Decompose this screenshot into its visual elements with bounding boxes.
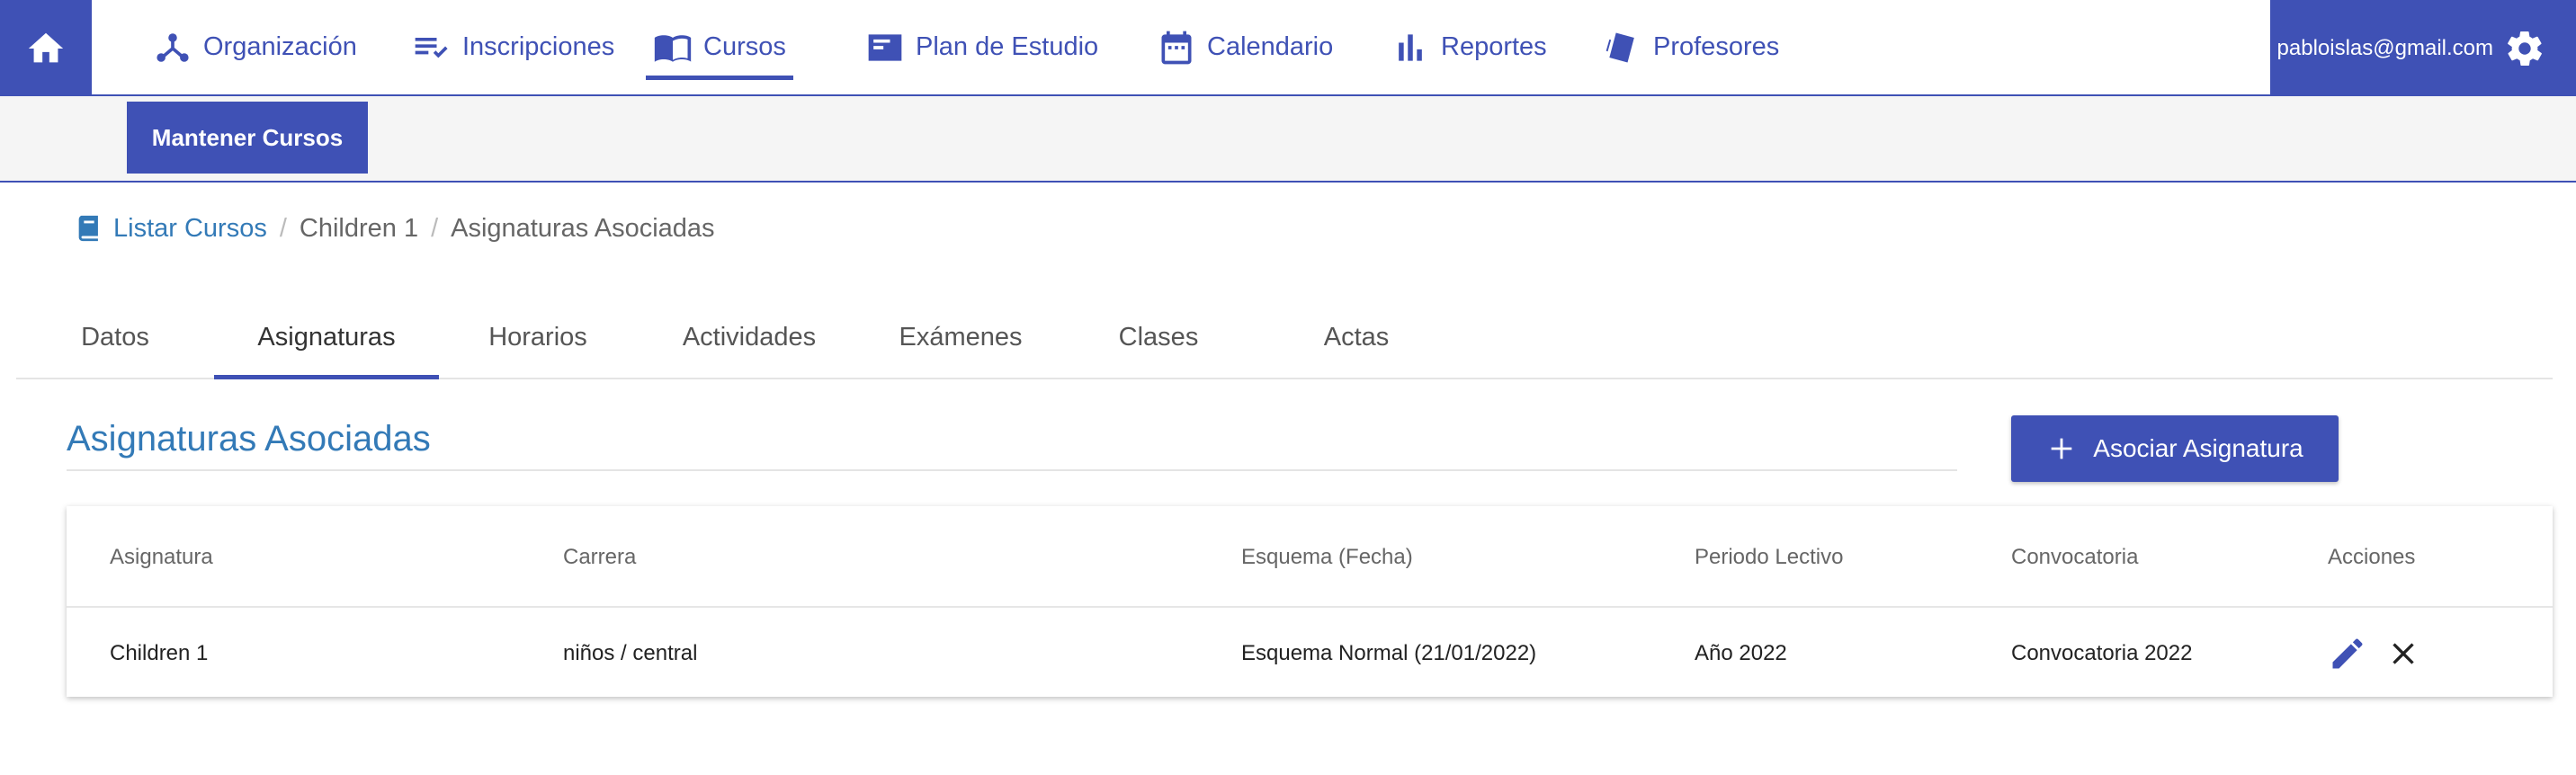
asociar-asignatura-button[interactable]: Asociar Asignatura (2011, 415, 2339, 482)
top-navbar: Organización Inscripciones Cursos Plan d… (0, 0, 2576, 96)
table-row: Children 1 niños / central Esquema Norma… (67, 610, 2553, 697)
nav-label: Reportes (1441, 32, 1547, 61)
nav-item-cursos[interactable]: Cursos (646, 0, 793, 94)
cell-esquema: Esquema Normal (21/01/2022) (1241, 640, 1537, 665)
teacher-icon (1606, 32, 1634, 62)
sub-navbar: Mantener Cursos (0, 96, 2576, 183)
close-icon[interactable] (2385, 636, 2421, 672)
column-header-periodo: Periodo Lectivo (1695, 544, 1844, 569)
nav-item-reportes[interactable]: Reportes (1391, 0, 1547, 94)
breadcrumb: Listar Cursos / Children 1 / Asignaturas… (74, 210, 715, 246)
organization-icon (157, 32, 189, 62)
nav-label: Profesores (1653, 32, 1780, 61)
user-menu[interactable]: pabloislas@gmail.com (2270, 0, 2576, 96)
breadcrumb-separator: / (279, 213, 287, 243)
column-header-acciones: Acciones (2328, 544, 2416, 569)
gear-icon[interactable] (2504, 28, 2545, 69)
column-header-asignatura: Asignatura (110, 544, 213, 569)
cell-asignatura: Children 1 (110, 640, 209, 665)
tab-actas[interactable]: Actas (1257, 297, 1455, 378)
book-open-icon (654, 34, 692, 62)
tab-horarios[interactable]: Horarios (439, 297, 637, 378)
book-icon (78, 215, 98, 242)
tab-datos[interactable]: Datos (16, 297, 214, 378)
table-header: Asignatura Carrera Esquema (Fecha) Perio… (67, 506, 2553, 608)
breadcrumb-item-course[interactable]: Children 1 (300, 214, 418, 244)
row-actions (2328, 610, 2421, 697)
tab-bar: Datos Asignaturas Horarios Actividades E… (16, 297, 2553, 379)
mantener-cursos-button[interactable]: Mantener Cursos (127, 102, 368, 174)
plus-icon (2051, 438, 2072, 459)
bar-chart-icon (1399, 33, 1422, 61)
section-divider (67, 469, 1957, 471)
nav-label: Calendario (1207, 32, 1334, 61)
tab-clases[interactable]: Clases (1060, 297, 1257, 378)
edit-icon[interactable] (2328, 634, 2367, 673)
breadcrumb-label: Listar Cursos (113, 213, 267, 243)
home-icon (28, 32, 64, 62)
study-plan-icon (868, 33, 902, 61)
section-title: Asignaturas Asociadas (67, 419, 431, 459)
nav-label: Plan de Estudio (916, 32, 1099, 61)
nav-item-organizacion[interactable]: Organización (153, 0, 357, 94)
cell-periodo: Año 2022 (1695, 640, 1787, 665)
tab-examenes[interactable]: Exámenes (862, 297, 1060, 378)
nav-label: Cursos (703, 32, 786, 61)
home-button[interactable] (0, 0, 92, 96)
button-label: Asociar Asignatura (2093, 434, 2303, 462)
breadcrumb-separator: / (431, 213, 439, 243)
nav-item-inscripciones[interactable]: Inscripciones (412, 0, 614, 94)
breadcrumb-link-listar-cursos[interactable]: Listar Cursos (74, 213, 267, 244)
playlist-check-icon (415, 37, 448, 58)
cell-carrera: niños / central (563, 640, 698, 665)
cell-convocatoria: Convocatoria 2022 (2011, 640, 2193, 665)
nav-item-profesores[interactable]: Profesores (1603, 0, 1779, 94)
nav-label: Organización (203, 32, 357, 61)
tab-actividades[interactable]: Actividades (637, 297, 862, 378)
tab-asignaturas[interactable]: Asignaturas (214, 297, 439, 379)
nav-item-calendario[interactable]: Calendario (1157, 0, 1333, 94)
nav-item-plan-de-estudio[interactable]: Plan de Estudio (865, 0, 1098, 94)
column-header-esquema: Esquema (Fecha) (1241, 544, 1413, 569)
asignaturas-table: Asignatura Carrera Esquema (Fecha) Perio… (67, 506, 2553, 697)
calendar-icon (1161, 31, 1192, 64)
user-email: pabloislas@gmail.com (2276, 35, 2493, 60)
breadcrumb-item-current: Asignaturas Asociadas (451, 213, 715, 243)
column-header-carrera: Carrera (563, 544, 637, 569)
nav-label: Inscripciones (462, 32, 615, 61)
column-header-convocatoria: Convocatoria (2011, 544, 2139, 569)
